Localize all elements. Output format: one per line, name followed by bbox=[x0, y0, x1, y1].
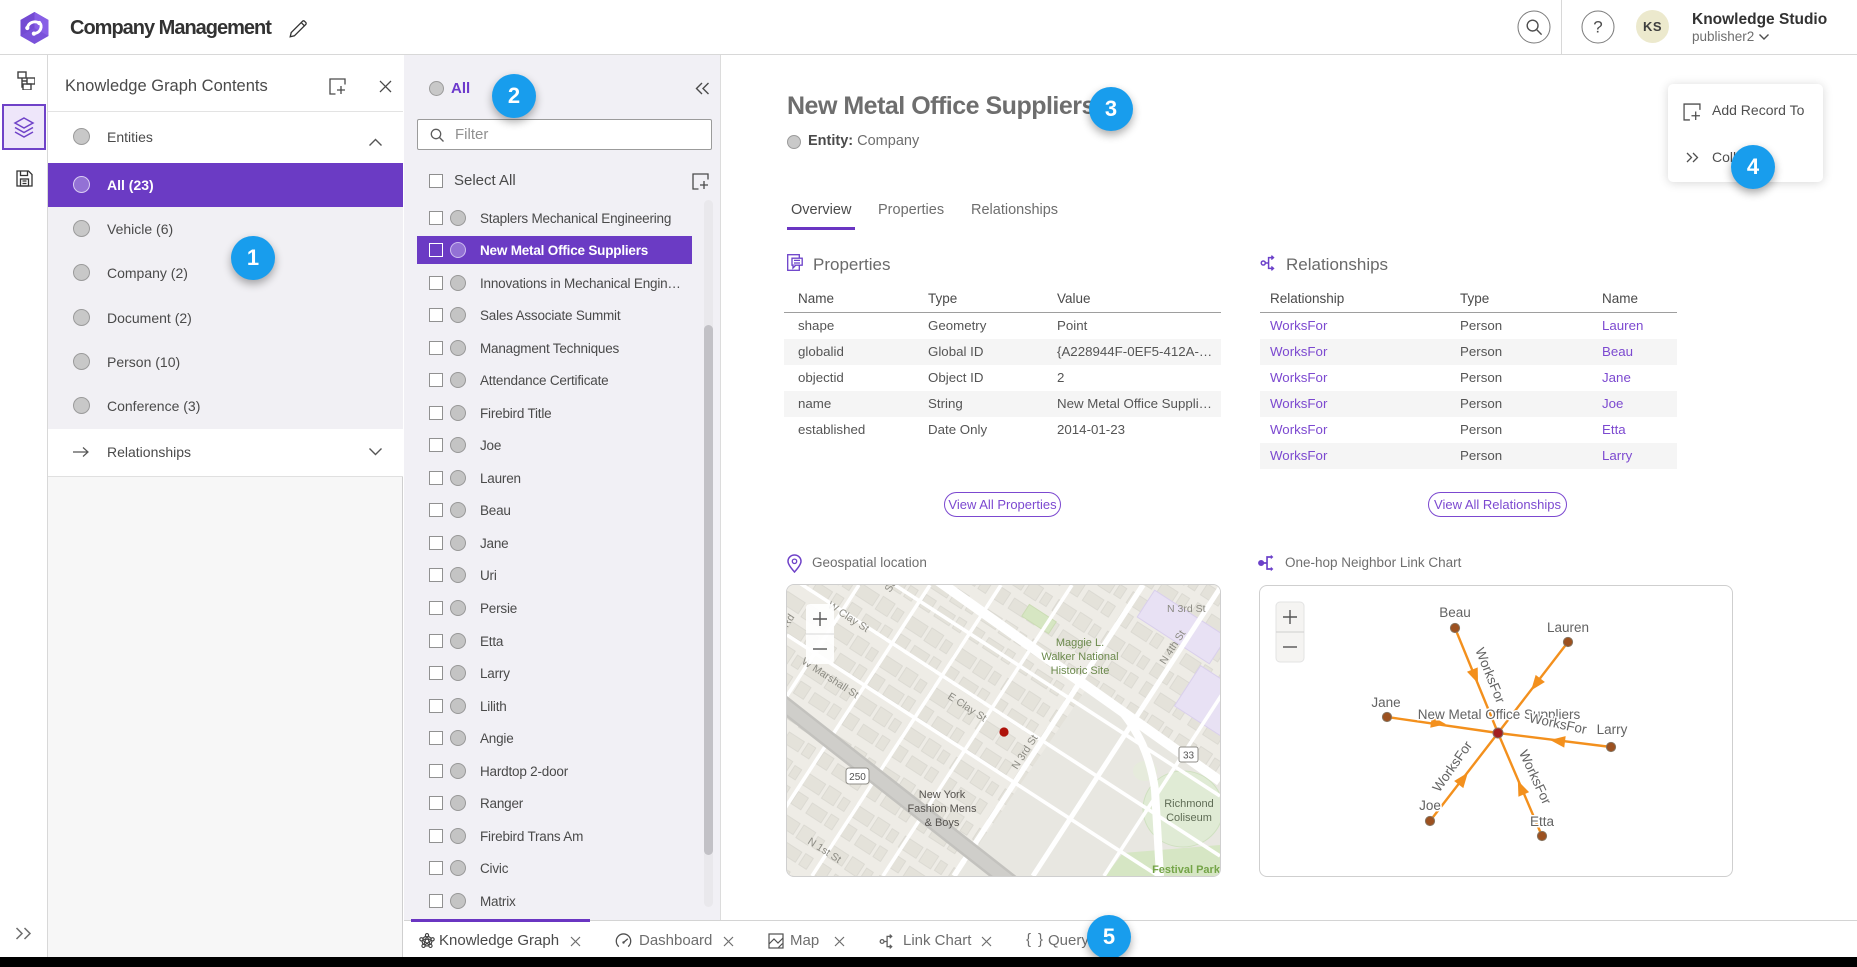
svg-text:WorksFor: WorksFor bbox=[1429, 738, 1475, 795]
svg-text:N 3rd St: N 3rd St bbox=[1167, 603, 1206, 615]
svg-text:Fashion Mens: Fashion Mens bbox=[907, 803, 977, 815]
svg-text:Festival Park: Festival Park bbox=[1152, 864, 1220, 876]
svg-text:Coliseum: Coliseum bbox=[1166, 812, 1212, 824]
svg-text:Lauren: Lauren bbox=[1547, 620, 1589, 635]
svg-text:New York: New York bbox=[919, 789, 966, 801]
svg-text:?: ? bbox=[1593, 18, 1602, 37]
svg-text:Jane: Jane bbox=[1371, 695, 1400, 710]
svg-text:250: 250 bbox=[849, 772, 866, 783]
svg-text:Joe: Joe bbox=[1419, 798, 1441, 813]
svg-text:& Boys: & Boys bbox=[925, 817, 960, 829]
svg-text:Larry: Larry bbox=[1597, 722, 1628, 737]
svg-text:33: 33 bbox=[1183, 751, 1195, 762]
svg-text:Maggie L.: Maggie L. bbox=[1056, 637, 1104, 649]
svg-text:WorksFor: WorksFor bbox=[1516, 748, 1554, 808]
svg-text:Richmond: Richmond bbox=[1164, 798, 1214, 810]
svg-text:Historic Site: Historic Site bbox=[1051, 665, 1110, 677]
svg-text:Beau: Beau bbox=[1439, 605, 1471, 620]
svg-text:Walker National: Walker National bbox=[1041, 651, 1118, 663]
svg-text:Etta: Etta bbox=[1530, 814, 1555, 829]
